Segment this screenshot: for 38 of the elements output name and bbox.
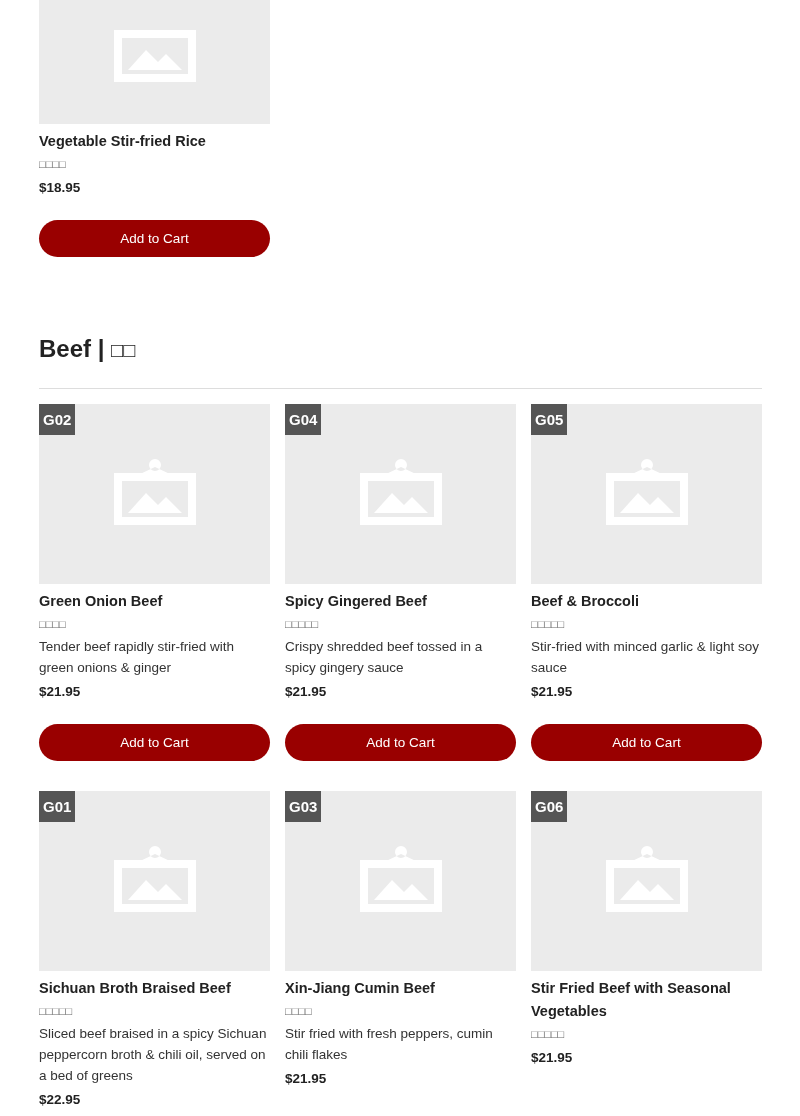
chinese-name: □□□□□ <box>531 617 566 632</box>
item-description: Stir-fried with minced garlic & light soy sauce <box>531 638 761 677</box>
item-code-badge: G06 <box>531 791 568 822</box>
item-name: Green Onion Beef <box>39 592 164 611</box>
add-to-cart-button[interactable]: Add to Cart <box>39 220 270 257</box>
item-description: Tender beef rapidly stir-fried with green onions & ginger <box>39 638 236 677</box>
add-to-cart-button[interactable]: Add to Cart <box>39 724 270 761</box>
item-name: Stir Fried Beef with Seasonal Vegetables <box>531 979 732 1021</box>
chinese-name: □□□□□ <box>285 617 320 632</box>
item-name: Sichuan Broth Braised Beef <box>39 979 232 998</box>
item-description: Stir fried with fresh peppers, cumin chili flakes <box>285 1025 494 1064</box>
item-code-badge: G04 <box>285 404 322 435</box>
item-price: $22.95 <box>39 1091 82 1109</box>
item-name: Beef & Broccoli <box>531 592 640 611</box>
item-price: $21.95 <box>39 683 82 701</box>
add-to-cart-button[interactable]: Add to Cart <box>285 724 516 761</box>
item-price: $21.95 <box>531 683 574 701</box>
section-title: Beef | <box>39 335 106 362</box>
item-code-badge: G01 <box>39 791 76 822</box>
chinese-name: □□□□□ <box>531 1027 566 1042</box>
add-to-cart-button[interactable]: Add to Cart <box>531 724 762 761</box>
item-price: $21.95 <box>285 1070 328 1088</box>
item-name: Xin-Jiang Cumin Beef <box>285 979 436 998</box>
item-name: Spicy Gingered Beef <box>285 592 428 611</box>
item-code-badge: G03 <box>285 791 322 822</box>
item-code-badge: G02 <box>39 404 76 435</box>
section-chinese-title: □□ <box>111 339 136 361</box>
item-description: Crispy shredded beef tossed in a spicy gingery sauce <box>285 638 484 677</box>
chinese-name: □□□□ <box>39 617 67 632</box>
chinese-name: □□□□ <box>285 1004 313 1019</box>
item-code-badge: G05 <box>531 404 568 435</box>
chinese-name: □□□□□ <box>39 1004 74 1019</box>
item-description: Sliced beef braised in a spicy Sichuan peppercorn broth & chili oil, served on a bed of greens <box>39 1025 268 1085</box>
item-name: Vegetable Stir-fried Rice <box>39 132 207 151</box>
item-price: $21.95 <box>285 683 328 701</box>
chinese-name: □□□□ <box>39 157 67 172</box>
item-price: $18.95 <box>39 179 82 197</box>
item-price: $21.95 <box>531 1049 574 1067</box>
